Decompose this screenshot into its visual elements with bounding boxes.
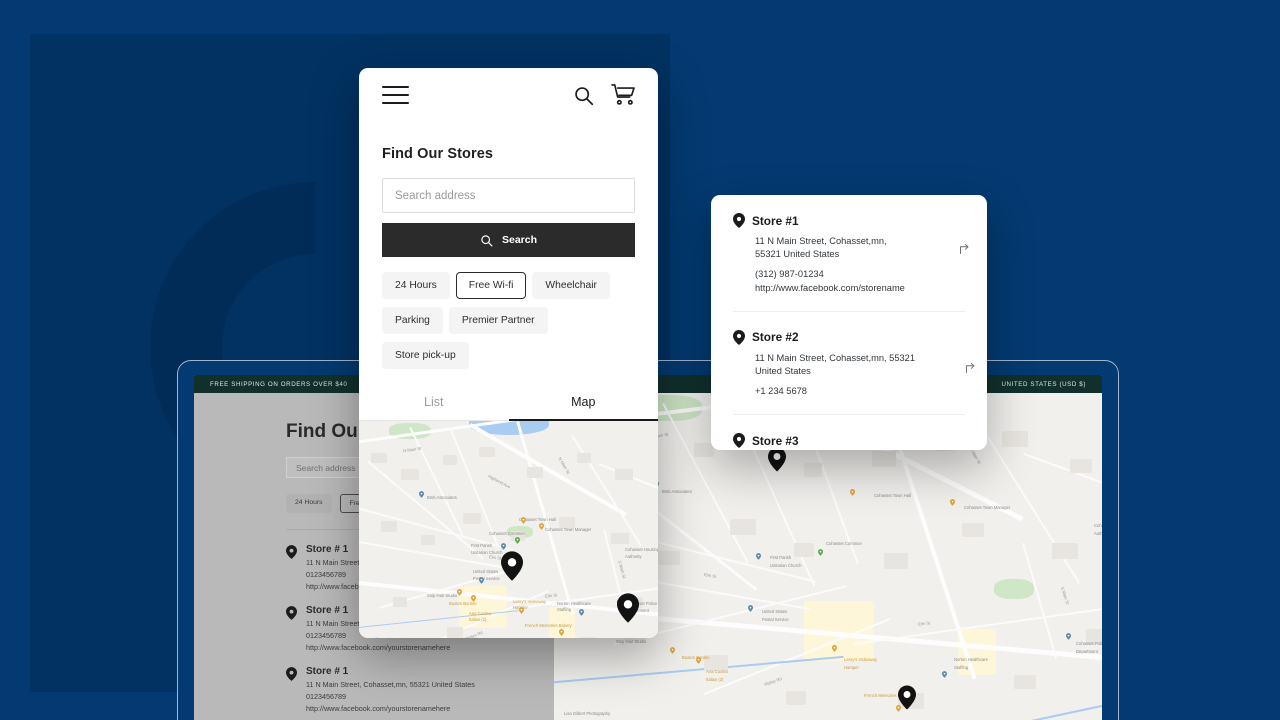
hamburger-icon[interactable]: [382, 86, 409, 104]
desktop-store-website[interactable]: http://www.facebook.com/yourstorenameher…: [306, 704, 475, 713]
store-list-item[interactable]: Store #3 11 N Main Street, Cohasset,mn,: [711, 415, 987, 450]
filter-chip-group: 24 Hours Free Wi-fi Wheelchair Parking P…: [359, 257, 658, 369]
filter-chip-premier-partner[interactable]: Premier Partner: [448, 307, 548, 334]
search-icon: [480, 234, 493, 247]
store-header: Store #2: [733, 329, 961, 345]
directions-arrow-icon[interactable]: [965, 362, 977, 374]
page-title: Find Our Stores: [382, 146, 494, 162]
map-pin-store-2[interactable]: [898, 685, 916, 710]
desktop-store-phone: 0123456789: [306, 692, 346, 701]
search-button[interactable]: Search: [382, 223, 635, 257]
store-name: Store #1: [752, 213, 799, 228]
map-pin-icon: [286, 606, 297, 652]
cart-icon[interactable]: [611, 84, 635, 106]
map-pin-store-1[interactable]: [768, 447, 786, 472]
directions-arrow-icon[interactable]: [959, 243, 971, 255]
mobile-map[interactable]: N Main St Highland Ave N Main St Elm St …: [359, 421, 658, 638]
map-pin-store-2[interactable]: [617, 593, 639, 623]
mobile-store-locator-card: Find Our Stores Search address Search 24…: [359, 68, 658, 638]
filter-chip-store-pickup[interactable]: Store pick-up: [382, 342, 469, 369]
store-name: Store #3: [752, 433, 799, 448]
store-phone[interactable]: +1 234 5678: [755, 385, 935, 398]
desktop-store-name: Store # 1: [306, 666, 349, 677]
tab-map[interactable]: Map: [508, 386, 659, 421]
desktop-store-website[interactable]: http://www.facebook.com/yourstorenameher…: [306, 643, 475, 652]
store-address-line: 55321 United States: [755, 249, 840, 260]
store-address-line: 11 N Main Street, Cohasset,mn,: [755, 236, 887, 246]
search-icon[interactable]: [573, 85, 594, 106]
store-website[interactable]: http://www.facebook.com/storename: [755, 282, 935, 295]
map-pin-icon: [286, 545, 297, 591]
filter-chip-wheelchair[interactable]: Wheelchair: [532, 272, 610, 299]
tab-list[interactable]: List: [359, 386, 509, 420]
announcement-country[interactable]: UNITED STATES (USD $): [1001, 381, 1086, 388]
map-pin-icon: [733, 329, 745, 345]
store-list-item[interactable]: Store #2 11 N Main Street, Cohasset,mn, …: [711, 312, 987, 399]
store-list-item[interactable]: Store #1 11 N Main Street, Cohasset,mn, …: [711, 195, 987, 295]
search-button-label: Search: [501, 234, 538, 246]
map-pin-icon: [733, 433, 745, 449]
mobile-header-actions: [573, 84, 635, 106]
desktop-store-row[interactable]: Store # 1 11 N Main Street, Cohasset,mn,…: [286, 666, 554, 713]
store-list-card: Store #1 11 N Main Street, Cohasset,mn, …: [711, 195, 987, 450]
map-canvas: N Main St Highland Ave N Main St Elm St …: [359, 421, 658, 638]
filter-chip-free-wifi[interactable]: Free Wi-fi: [455, 272, 527, 299]
store-address-line: United States: [755, 365, 811, 376]
store-header: Store #3: [733, 433, 961, 449]
filter-chip-parking[interactable]: Parking: [382, 307, 443, 334]
store-name: Store #2: [752, 330, 799, 345]
desktop-search-placeholder: Search address: [296, 462, 356, 473]
search-input[interactable]: Search address: [382, 178, 635, 213]
view-tabs: List Map: [359, 386, 658, 421]
store-address-line: 11 N Main Street, Cohasset,mn, 55321: [755, 352, 916, 363]
desktop-store-address: 11 N Main Street, Cohasset,mn, 55321 Uni…: [306, 680, 475, 689]
store-header: Store #1: [733, 213, 961, 228]
store-details: 11 N Main Street, Cohasset,mn, 55321 Uni…: [755, 235, 961, 295]
store-phone[interactable]: (312) 987-01234: [755, 268, 935, 281]
filter-chip-24-hours[interactable]: 24 Hours: [382, 272, 450, 299]
map-pin-store-1[interactable]: [501, 551, 523, 581]
announcement-text: FREE SHIPPING ON ORDERS OVER $40: [210, 380, 348, 388]
store-details: 11 N Main Street, Cohasset,mn, 55321 Uni…: [755, 352, 961, 399]
desktop-chip-24-hours[interactable]: 24 Hours: [286, 494, 332, 513]
map-pin-icon: [733, 213, 745, 228]
search-input-placeholder: Search address: [395, 189, 476, 202]
mobile-header: [359, 68, 658, 122]
map-pin-icon: [286, 667, 297, 713]
